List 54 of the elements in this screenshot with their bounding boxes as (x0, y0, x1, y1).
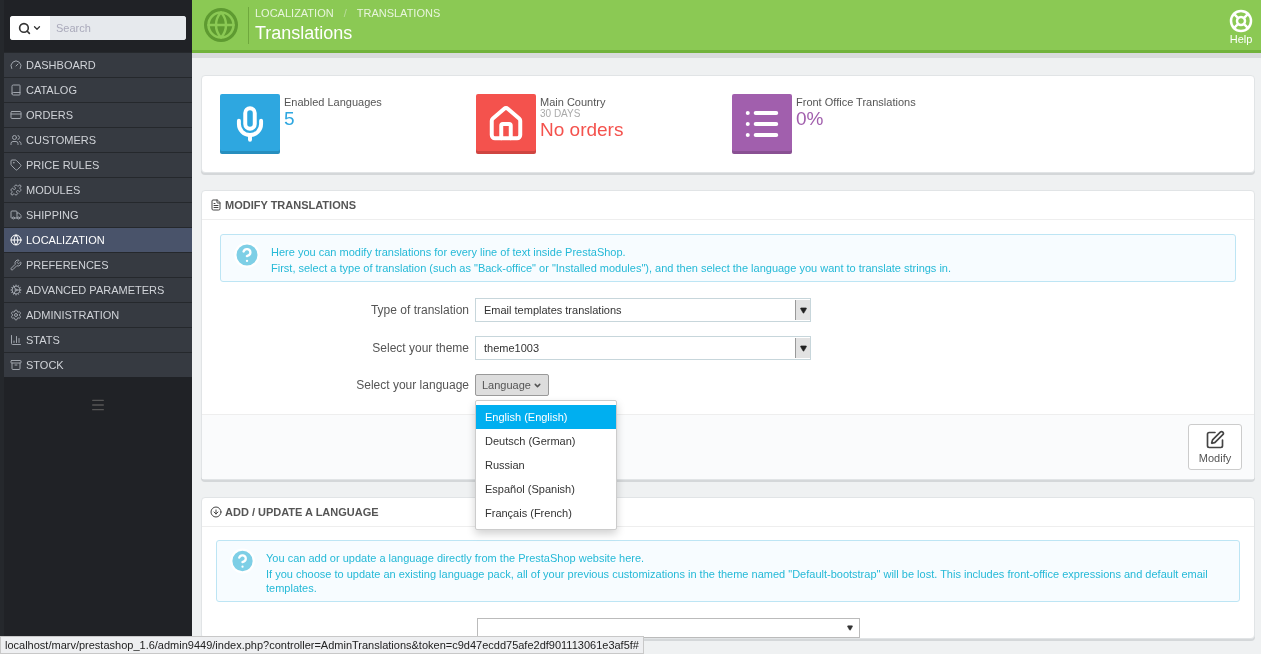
document-icon (210, 199, 222, 211)
stat-period: 30 DAYS (540, 108, 581, 119)
language-dropdown-button[interactable]: Language (475, 374, 549, 396)
menu-item[interactable]: LOCALIZATION (4, 227, 192, 252)
gauge-icon (10, 59, 22, 71)
users-icon (10, 134, 22, 146)
search-field[interactable]: Search (10, 16, 186, 40)
book-icon (10, 84, 22, 96)
caret-icon (799, 306, 807, 314)
stat-value: No orders (540, 119, 624, 141)
menu-option[interactable]: Russian (476, 453, 616, 477)
wrench-icon (10, 259, 22, 271)
info-text: First, select a type of translation (such as "Back-office" or "Installed modules"), and then select the language you want to translate strings in. (271, 261, 952, 275)
info-text: If you choose to update an existing language pack, all of your previous customizations in the theme named "Default-bootstrap" will be lost. This includes front-office expressions and default email templates. (266, 567, 1209, 595)
download-icon (210, 506, 222, 518)
globe-icon (10, 234, 22, 246)
info-text: Here you can modify translations for every line of text inside PrestaShop. (271, 245, 627, 259)
credit-card-icon (10, 109, 22, 121)
field-label: Select your language (355, 378, 469, 392)
gear-icon (10, 309, 22, 321)
status-bar-url: localhost/marv/prestashop_1.6/admin9449/index.php?controller=AdminTranslations&token=c9d47ecdd75afe2df901113061e3af5f# (0, 636, 644, 654)
page-title: Translations (255, 22, 354, 44)
field-label: Select your theme (371, 341, 469, 355)
caret-icon (847, 625, 853, 631)
stat-label: Enabled Languages (284, 96, 382, 108)
breadcrumb-separator: / (343, 6, 347, 19)
caret-icon (799, 344, 807, 352)
question-icon (233, 241, 261, 269)
globe-icon (204, 8, 238, 42)
stat-label: Front Office Translations (796, 96, 916, 108)
archive-icon (10, 359, 22, 371)
truck-icon (10, 209, 22, 221)
info-text: You can add or update a language directly from the PrestaShop website here. (266, 551, 646, 565)
search-icon[interactable] (10, 16, 50, 40)
select-field[interactable]: Email templates translations (475, 298, 811, 322)
question-icon (229, 547, 257, 575)
puzzle-icon (10, 184, 22, 196)
field-label: Type of translation (369, 303, 469, 317)
menu-icon[interactable] (90, 397, 106, 413)
menu-option[interactable]: Español (Spanish) (476, 477, 616, 501)
pencil-icon (1205, 430, 1225, 450)
stat-label: Main Country (540, 96, 607, 108)
panel-title: MODIFY TRANSLATIONS (225, 199, 356, 211)
select-field[interactable]: theme1003 (475, 336, 811, 360)
modify-button[interactable]: Modify (1188, 424, 1242, 470)
menu-option[interactable]: Deutsch (German) (476, 429, 616, 453)
bar-chart-icon (10, 334, 22, 346)
stat-value: 5 (284, 108, 296, 130)
stat-value: 0% (796, 108, 825, 130)
select-field[interactable] (477, 618, 860, 638)
menu-option[interactable]: Français (French) (476, 501, 616, 525)
tag-icon (10, 159, 22, 171)
gears-icon (10, 284, 22, 296)
panel-title: ADD / UPDATE A LANGUAGE (225, 506, 379, 518)
